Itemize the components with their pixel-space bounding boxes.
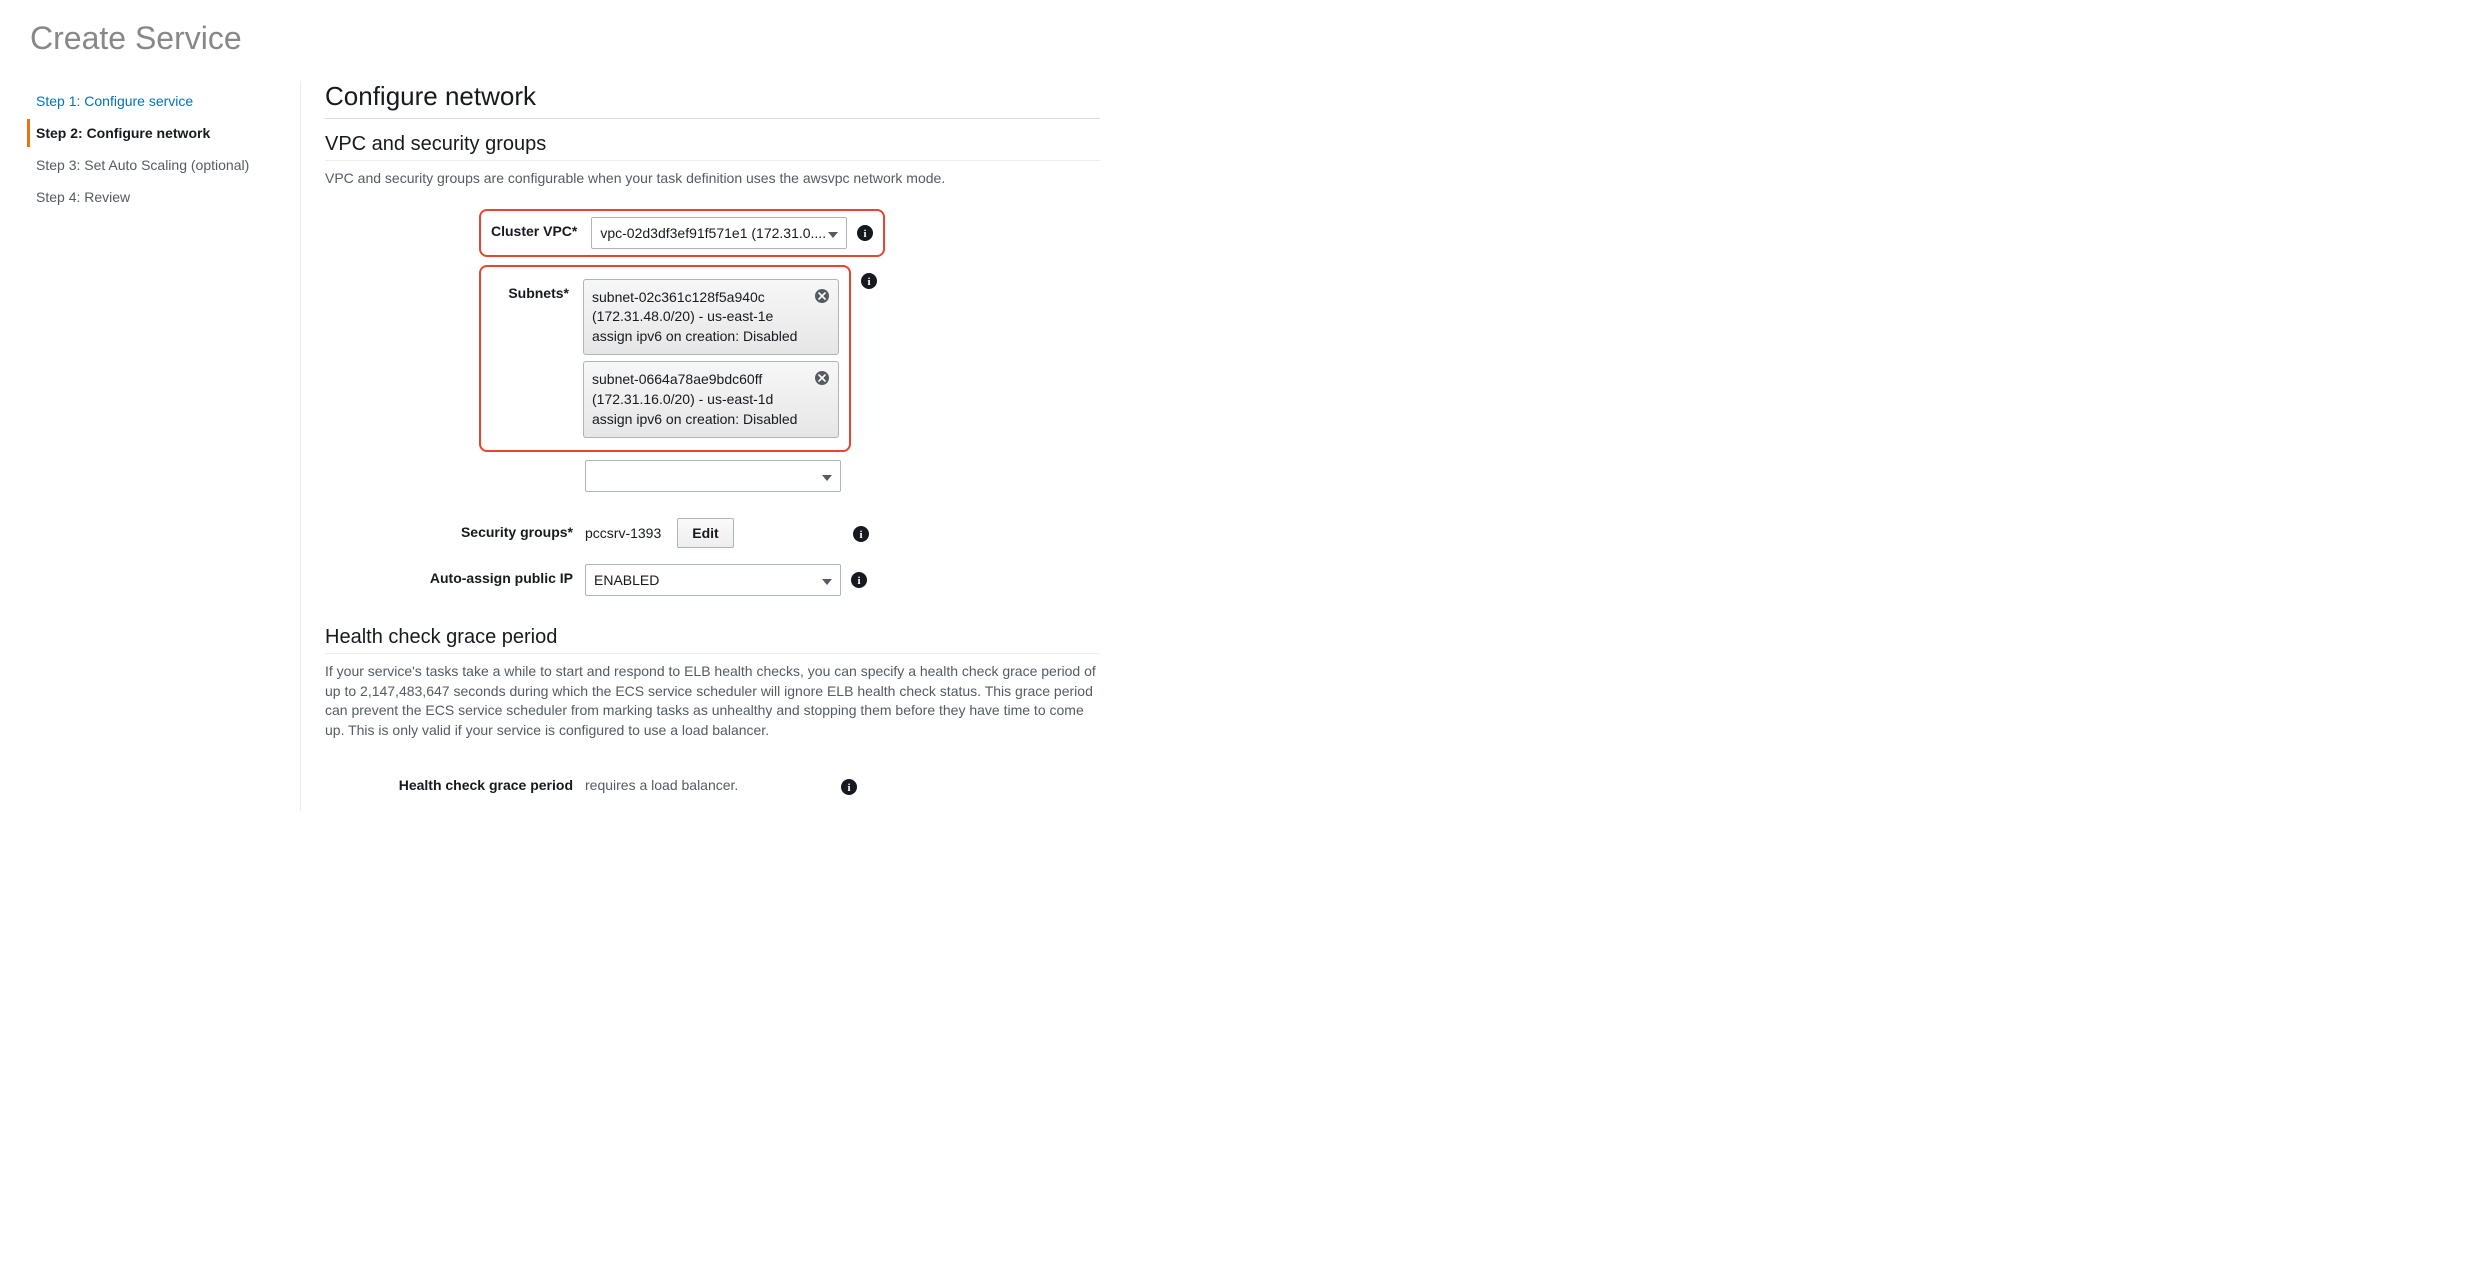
svg-text:i: i xyxy=(867,276,870,288)
wizard-sidebar: Step 1: Configure service Step 2: Config… xyxy=(30,81,270,811)
cluster-vpc-select[interactable]: vpc-02d3df3ef91f571e1 (172.31.0.... xyxy=(591,217,847,249)
page-title: Create Service xyxy=(30,20,2446,57)
svg-text:i: i xyxy=(864,228,867,240)
vpc-section-title: VPC and security groups xyxy=(325,133,1100,161)
remove-subnet-0-button[interactable] xyxy=(814,288,830,304)
health-section-title: Health check grace period xyxy=(325,626,1100,654)
sidebar-step-3[interactable]: Step 3: Set Auto Scaling (optional) xyxy=(30,151,270,179)
chevron-down-icon xyxy=(828,225,838,241)
svg-text:i: i xyxy=(847,782,850,794)
subnet-add-select[interactable] xyxy=(585,460,841,492)
security-groups-value: pccsrv-1393 xyxy=(585,525,661,541)
edit-security-groups-button[interactable]: Edit xyxy=(677,518,733,548)
subnets-highlight: Subnets* subnet-02c361c128f5a940c (172.3… xyxy=(479,265,851,453)
auto-assign-ip-select[interactable]: ENABLED xyxy=(585,564,841,596)
subnet-chip-0-ipv6: assign ipv6 on creation: Disabled xyxy=(592,327,808,347)
sidebar-step-2[interactable]: Step 2: Configure network xyxy=(27,119,270,147)
sidebar-step-4[interactable]: Step 4: Review xyxy=(30,183,270,211)
cluster-vpc-label: Cluster VPC* xyxy=(491,217,581,239)
security-groups-label: Security groups* xyxy=(325,518,585,540)
subnet-chip-1-cidr: (172.31.16.0/20) - us-east-1d xyxy=(592,390,808,410)
subnet-chip-0: subnet-02c361c128f5a940c (172.31.48.0/20… xyxy=(583,279,839,356)
subnet-chip-0-cidr: (172.31.48.0/20) - us-east-1e xyxy=(592,307,808,327)
content-panel: Configure network VPC and security group… xyxy=(300,81,1100,811)
info-icon[interactable]: i xyxy=(861,273,877,289)
info-icon[interactable]: i xyxy=(841,779,857,795)
chevron-down-icon xyxy=(822,468,832,484)
auto-assign-ip-value: ENABLED xyxy=(594,572,659,588)
subnet-chip-0-id: subnet-02c361c128f5a940c xyxy=(592,288,808,308)
svg-text:i: i xyxy=(857,575,860,587)
grace-period-value: requires a load balancer. xyxy=(585,771,738,793)
subnet-chip-1: subnet-0664a78ae9bdc60ff (172.31.16.0/20… xyxy=(583,361,839,438)
vpc-section-description: VPC and security groups are configurable… xyxy=(325,169,1100,189)
svg-text:i: i xyxy=(859,529,862,541)
subnets-label: Subnets* xyxy=(491,279,573,301)
content-heading: Configure network xyxy=(325,81,1100,119)
info-icon[interactable]: i xyxy=(857,225,873,241)
subnet-chip-1-ipv6: assign ipv6 on creation: Disabled xyxy=(592,410,808,430)
sidebar-step-1[interactable]: Step 1: Configure service xyxy=(30,87,270,115)
cluster-vpc-value: vpc-02d3df3ef91f571e1 (172.31.0.... xyxy=(600,225,826,241)
info-icon[interactable]: i xyxy=(853,526,869,542)
info-icon[interactable]: i xyxy=(851,572,867,588)
subnet-chip-1-id: subnet-0664a78ae9bdc60ff xyxy=(592,370,808,390)
cluster-vpc-highlight: Cluster VPC* vpc-02d3df3ef91f571e1 (172.… xyxy=(479,209,885,257)
remove-subnet-1-button[interactable] xyxy=(814,370,830,386)
chevron-down-icon xyxy=(822,572,832,588)
auto-assign-ip-label: Auto-assign public IP xyxy=(325,564,585,586)
grace-period-label: Health check grace period xyxy=(325,771,585,793)
health-section-description: If your service's tasks take a while to … xyxy=(325,662,1100,740)
